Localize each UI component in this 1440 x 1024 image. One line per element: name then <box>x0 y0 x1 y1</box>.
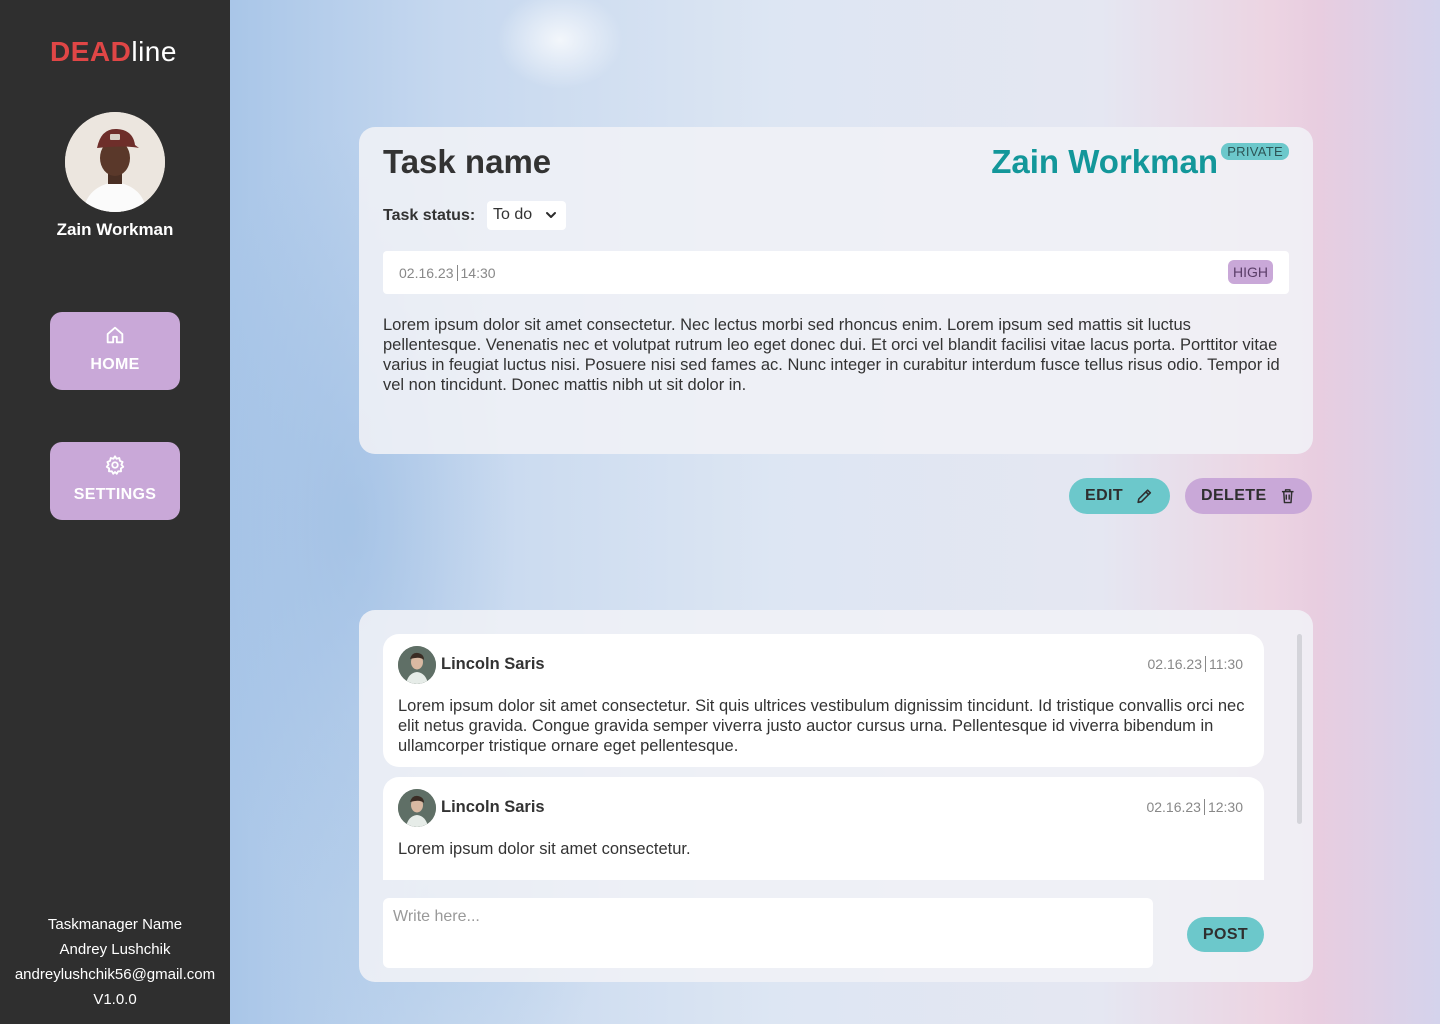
task-description: Lorem ipsum dolor sit amet consectetur. … <box>383 316 1280 394</box>
task-owner: Zain Workman <box>991 143 1218 180</box>
nav-settings-label: SETTINGS <box>73 486 157 503</box>
comment-time: 11:30 <box>1209 656 1243 672</box>
date-separator <box>1203 799 1205 815</box>
comment-item: Lincoln Saris 02.16.23 12:30 Lorem ipsum … <box>383 777 1264 880</box>
comment-date: 02.16.23 <box>1146 799 1201 815</box>
comments-scrollbar[interactable] <box>1297 634 1302 824</box>
chevron-down-icon <box>546 212 556 218</box>
task-status-dropdown[interactable]: To do <box>487 201 566 230</box>
nav-settings-button[interactable]: SETTINGS <box>50 442 180 520</box>
sidebar-footer: Taskmanager Name Andrey Lushchik andreyl… <box>0 912 230 1012</box>
task-title: Task name <box>383 143 552 180</box>
footer-email[interactable]: andreylushchik56@gmail.com <box>0 962 230 987</box>
nav-home-button[interactable]: HOME <box>50 312 180 390</box>
task-datetime: 02.16.23 14:30 <box>399 265 496 281</box>
comment-time: 12:30 <box>1207 799 1243 815</box>
comment-input[interactable] <box>383 898 1153 968</box>
date-separator <box>1205 656 1206 672</box>
sidebar: DEADline Zain Workman HOME SETTINGS Task… <box>0 0 230 1024</box>
task-time: 14:30 <box>460 265 496 281</box>
comment-item: Lincoln Saris 02.16.23 11:30 Lorem ipsum … <box>383 634 1264 767</box>
comment-author-name[interactable]: Lincoln Saris <box>441 798 545 817</box>
app-logo[interactable]: DEADline <box>50 36 177 68</box>
logo-bold-text: DEAD <box>50 36 132 67</box>
user-avatar-image <box>65 112 165 212</box>
home-icon <box>106 326 124 344</box>
comment-datetime: 02.16.23 11:30 <box>1147 656 1243 672</box>
footer-version: V1.0.0 <box>93 991 137 1008</box>
task-card: Task name Zain Workman PRIVATE Task stat… <box>359 127 1313 454</box>
priority-badge: HIGH <box>1228 260 1273 284</box>
edit-button-label: EDIT <box>1085 487 1124 504</box>
footer-author: Andrey Lushchik <box>59 941 171 958</box>
comment-date: 02.16.23 <box>1147 656 1203 672</box>
task-status-value: To do <box>493 206 533 223</box>
task-status-label: Task status: <box>383 207 476 224</box>
edit-button[interactable]: EDIT <box>1069 478 1170 514</box>
logo-light-text: line <box>131 36 177 67</box>
delete-button[interactable]: DELETE <box>1185 478 1312 514</box>
trash-icon <box>1281 489 1294 504</box>
footer-app-name: Taskmanager Name <box>47 916 183 933</box>
comment-avatar-image <box>398 789 436 827</box>
pencil-icon <box>1137 489 1152 504</box>
gear-icon <box>105 455 125 475</box>
comment-text: Lorem ipsum dolor sit amet consectetur. … <box>398 697 1245 755</box>
comment-avatar-image <box>398 646 436 684</box>
post-button[interactable]: POST <box>1187 917 1264 952</box>
comments-card: Lincoln Saris 02.16.23 11:30 Lorem ipsum … <box>359 610 1313 982</box>
user-name: Zain Workman <box>56 220 174 239</box>
comment-datetime: 02.16.23 12:30 <box>1146 799 1243 815</box>
comment-list[interactable]: Lincoln Saris 02.16.23 11:30 Lorem ipsum … <box>383 634 1264 880</box>
delete-button-label: DELETE <box>1201 487 1267 504</box>
date-separator <box>456 265 458 281</box>
task-date-bar: 02.16.23 14:30 HIGH <box>383 251 1289 294</box>
comment-author-avatar[interactable] <box>398 789 436 827</box>
comment-author-avatar[interactable] <box>398 646 436 684</box>
visibility-badge: PRIVATE <box>1221 143 1289 160</box>
comment-text: Lorem ipsum dolor sit amet consectetur. <box>398 840 691 858</box>
nav-home-label: HOME <box>90 356 140 373</box>
user-avatar[interactable] <box>65 112 165 212</box>
task-date: 02.16.23 <box>399 265 454 281</box>
comment-author-name[interactable]: Lincoln Saris <box>441 655 545 674</box>
